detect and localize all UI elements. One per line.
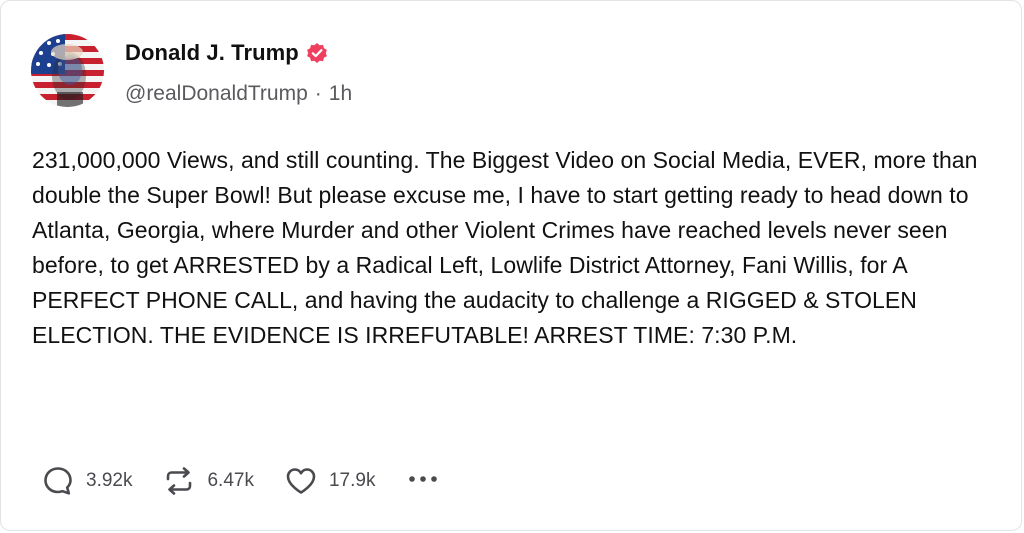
separator-dot: · xyxy=(314,82,322,105)
comment-icon xyxy=(41,464,75,498)
post-actions: 3.92k 6.47k 17.9k xyxy=(41,463,439,499)
repost-button[interactable]: 6.47k xyxy=(162,464,254,498)
reply-count: 3.92k xyxy=(86,470,133,491)
more-options-button[interactable] xyxy=(407,472,439,490)
verified-badge-icon xyxy=(306,42,328,64)
post-body-text: 231,000,000 Views, and still counting. T… xyxy=(32,147,978,348)
author-handle[interactable]: @realDonaldTrump xyxy=(125,82,308,106)
heart-icon xyxy=(284,464,318,498)
post-timestamp[interactable]: 1h xyxy=(329,82,352,106)
like-count: 17.9k xyxy=(328,470,376,491)
avatar[interactable] xyxy=(31,34,104,107)
repost-count: 6.47k xyxy=(207,470,254,491)
repost-icon xyxy=(162,464,196,498)
post-card: Donald J. Trump @realDonaldTrump · 1h 23… xyxy=(0,0,1022,531)
author-display-name[interactable]: Donald J. Trump xyxy=(125,40,299,66)
more-icon xyxy=(407,472,439,490)
reply-button[interactable]: 3.92k xyxy=(41,464,132,498)
like-button[interactable]: 17.9k xyxy=(284,464,375,498)
avatar-image xyxy=(31,34,104,107)
author-handle-row: @realDonaldTrump · 1h xyxy=(125,80,352,108)
author-name-row: Donald J. Trump xyxy=(125,38,328,68)
